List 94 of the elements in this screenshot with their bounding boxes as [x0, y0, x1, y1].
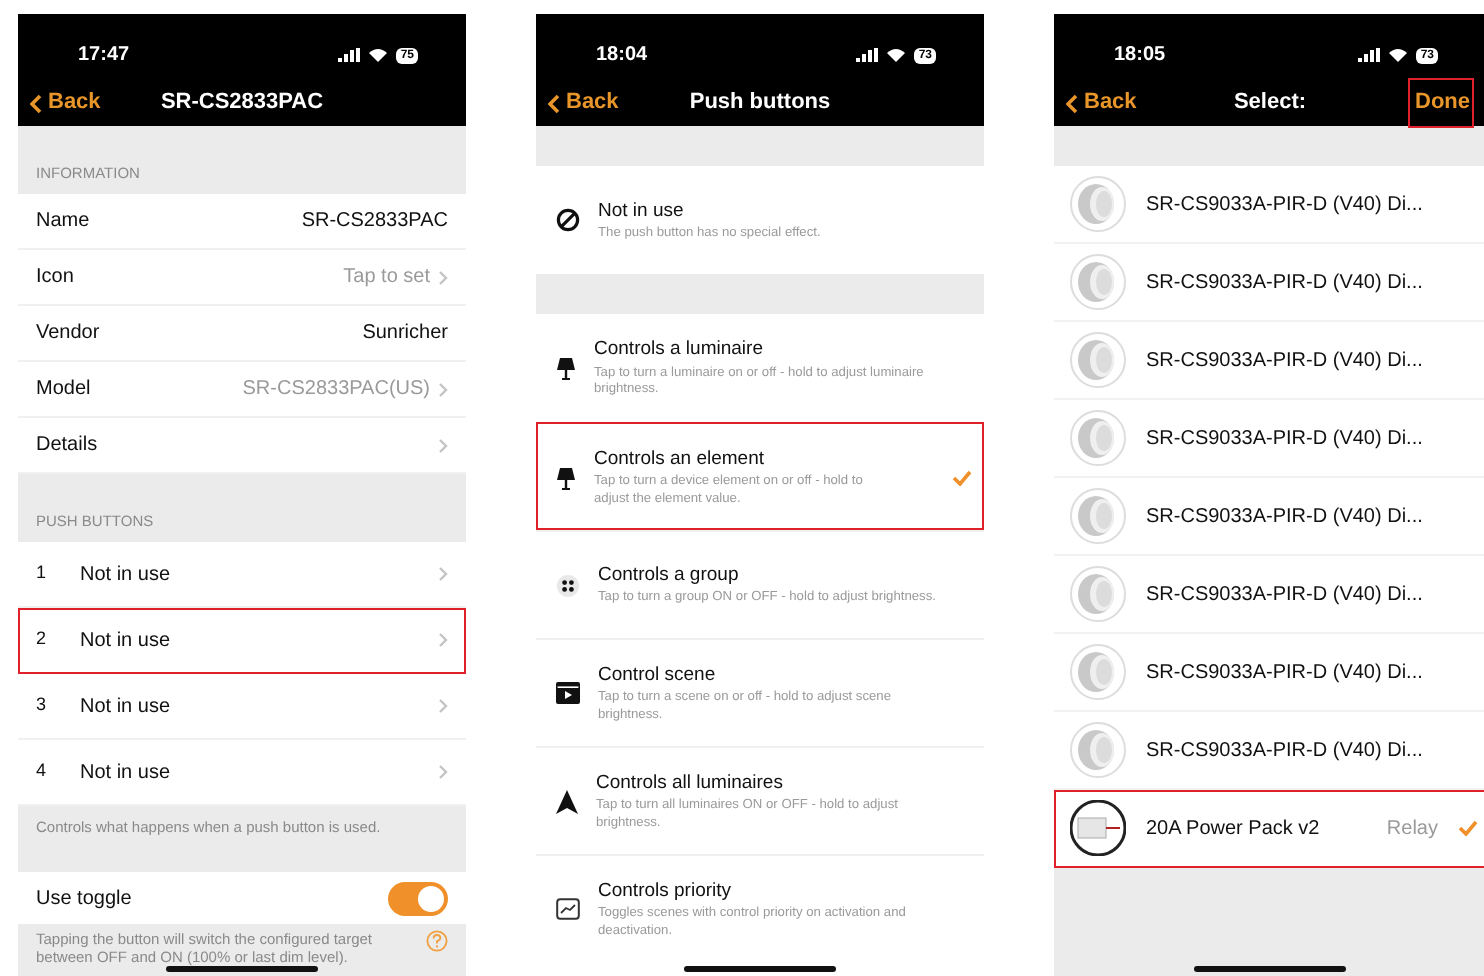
lamp-icon — [556, 465, 576, 489]
back-chevron-icon — [1066, 93, 1078, 113]
chevron-icon — [438, 698, 448, 714]
wifi-icon — [1388, 48, 1409, 62]
back-button[interactable]: Back — [1066, 86, 1137, 120]
button-number: 4 — [36, 758, 49, 785]
device-row[interactable]: SR-CS9033A-PIR-D (V40) Di... — [1054, 478, 1484, 556]
chevron-icon — [438, 632, 448, 648]
device-row[interactable]: SR-CS9033A-PIR-D (V40) Di... — [1054, 400, 1484, 478]
option-title: Controls an element — [594, 445, 767, 474]
option-title: Controls all luminaires — [596, 769, 785, 798]
sensor-icon — [1070, 410, 1126, 466]
push-button-row[interactable]: 1 Not in use — [18, 542, 466, 608]
option-title: Control scene — [598, 661, 718, 690]
signal-icon — [338, 48, 361, 62]
signal-icon — [1358, 48, 1381, 62]
screen-title: SR-CS2833PAC — [160, 90, 324, 115]
device-row[interactable]: SR-CS9033A-PIR-D (V40) Di... — [1054, 556, 1484, 634]
field-value: SR-CS2833PAC(US) — [242, 376, 430, 404]
wifi-icon — [368, 48, 389, 62]
device-name: SR-CS9033A-PIR-D (V40) Di... — [1146, 737, 1423, 765]
option-title: Controls a luminaire — [594, 336, 765, 365]
info-row[interactable]: Name SR-CS2833PAC — [18, 194, 466, 250]
push-button-row[interactable]: 4 Not in use — [18, 740, 466, 806]
info-row[interactable]: Model SR-CS2833PAC(US) — [18, 362, 466, 418]
button-number: 3 — [36, 692, 49, 719]
field-label: Icon — [36, 264, 74, 292]
back-button[interactable]: Back — [548, 86, 619, 120]
device-name: SR-CS9033A-PIR-D (V40) Di... — [1146, 347, 1423, 375]
signal-icon — [856, 48, 879, 62]
device-row[interactable]: SR-CS9033A-PIR-D (V40) Di... — [1054, 322, 1484, 400]
status-time: 17:47 — [78, 42, 130, 70]
clapperboard-icon — [556, 682, 580, 704]
triangle-icon — [556, 789, 578, 813]
help-icon[interactable] — [426, 930, 448, 952]
device-name: SR-CS9033A-PIR-D (V40) Di... — [1146, 659, 1423, 687]
field-value: Sunricher — [362, 320, 448, 348]
field-label: Name — [36, 208, 90, 236]
field-label: Vendor — [36, 320, 100, 348]
device-row[interactable]: SR-CS9033A-PIR-D (V40) Di... — [1054, 634, 1484, 712]
chart-icon — [556, 898, 580, 920]
field-value: SR-CS2833PAC — [301, 208, 448, 236]
status-time: 18:04 — [596, 42, 648, 70]
button-number: 2 — [36, 626, 49, 653]
option-title: Controls a group — [598, 562, 741, 590]
field-value: Tap to set — [343, 264, 430, 292]
info-row[interactable]: Icon Tap to set — [18, 250, 466, 306]
wifi-icon — [886, 48, 907, 62]
dots-icon — [556, 573, 580, 597]
sensor-icon — [1070, 488, 1126, 544]
info-row[interactable]: Details — [18, 418, 466, 474]
device-name: SR-CS9033A-PIR-D (V40) Di... — [1146, 503, 1423, 531]
option-title: Controls priority — [598, 877, 734, 906]
status-time: 18:05 — [1114, 42, 1166, 70]
relay-module-icon — [1070, 800, 1126, 856]
screen-title: Select: — [1233, 90, 1307, 115]
device-name: SR-CS9033A-PIR-D (V40) Di... — [1146, 191, 1423, 219]
device-name: SR-CS9033A-PIR-D (V40) Di... — [1146, 269, 1423, 297]
screen-title: Push buttons — [689, 90, 831, 115]
button-action: Not in use — [80, 693, 171, 721]
button-action: Not in use — [80, 561, 171, 589]
push-button-row[interactable]: 2 Not in use — [18, 608, 466, 674]
field-label: Details — [36, 432, 98, 460]
prohibited-icon — [556, 208, 580, 232]
toggle-switch[interactable] — [388, 881, 448, 915]
done-button[interactable]: Done — [1407, 78, 1474, 128]
sensor-icon — [1070, 566, 1126, 622]
device-name: SR-CS9033A-PIR-D (V40) Di... — [1146, 425, 1423, 453]
info-row[interactable]: Vendor Sunricher — [18, 306, 466, 362]
sensor-icon — [1070, 254, 1126, 310]
device-row[interactable]: SR-CS9033A-PIR-D (V40) Di... — [1054, 712, 1484, 790]
device-name: SR-CS9033A-PIR-D (V40) Di... — [1146, 581, 1423, 609]
device-type: Relay — [1386, 815, 1438, 843]
button-action: Not in use — [80, 759, 171, 787]
button-action: Not in use — [80, 627, 171, 655]
option-title: Not in use — [598, 197, 686, 226]
device-row[interactable]: SR-CS9033A-PIR-D (V40) Di... — [1054, 166, 1484, 244]
chevron-icon — [438, 566, 448, 582]
sensor-icon — [1070, 176, 1126, 232]
toggle-label: Use toggle — [36, 885, 132, 913]
device-row[interactable]: SR-CS9033A-PIR-D (V40) Di... — [1054, 244, 1484, 322]
chevron-icon — [438, 764, 448, 780]
device-row[interactable]: 20A Power Pack v2 Relay — [1054, 790, 1484, 868]
sensor-icon — [1070, 722, 1126, 778]
sensor-icon — [1070, 644, 1126, 700]
device-name: 20A Power Pack v2 — [1146, 815, 1320, 843]
back-chevron-icon — [548, 93, 560, 113]
back-chevron-icon — [30, 93, 42, 113]
lamp-icon — [556, 356, 576, 380]
button-number: 1 — [36, 560, 49, 587]
sensor-icon — [1070, 332, 1126, 388]
field-label: Model — [36, 376, 91, 404]
push-button-row[interactable]: 3 Not in use — [18, 674, 466, 740]
back-button[interactable]: Back — [30, 86, 101, 120]
